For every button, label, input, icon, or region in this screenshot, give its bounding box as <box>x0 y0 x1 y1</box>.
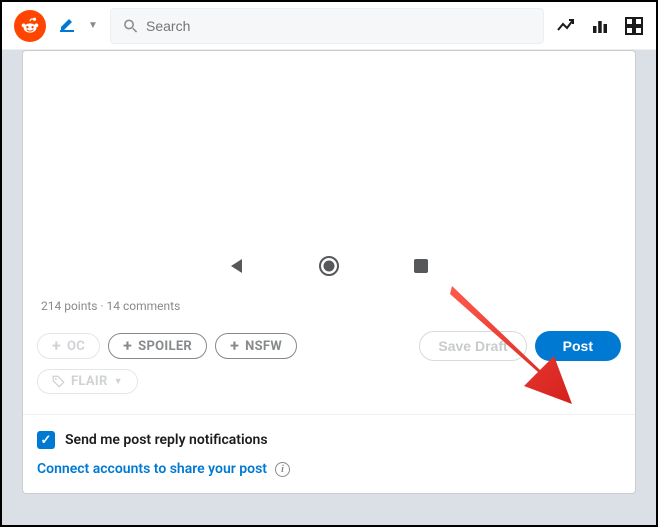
flair-tag[interactable]: FLAIR ▼ <box>37 369 138 394</box>
post-editor-card: 214 points · 14 comments + OC + SPOILER … <box>22 50 636 494</box>
stats-icon[interactable] <box>590 16 610 36</box>
notify-row: ✓ Send me post reply notifications <box>23 415 635 455</box>
connect-accounts-link[interactable]: Connect accounts to share your post <box>37 461 267 477</box>
app-header: ▼ <box>2 2 656 50</box>
post-button[interactable]: Post <box>535 331 621 361</box>
tag-label: SPOILER <box>138 339 192 354</box>
record-icon[interactable] <box>318 255 340 277</box>
save-draft-button[interactable]: Save Draft <box>419 331 526 361</box>
plus-icon: + <box>230 338 239 354</box>
media-preview <box>35 51 623 293</box>
chevron-down-icon[interactable]: ▼ <box>88 20 98 31</box>
search-icon <box>123 18 138 34</box>
tag-label: NSFW <box>245 339 282 354</box>
info-icon[interactable]: i <box>275 462 290 477</box>
notify-label: Send me post reply notifications <box>65 432 268 448</box>
nsfw-tag[interactable]: + NSFW <box>215 333 297 359</box>
post-meta: 214 points · 14 comments <box>23 293 635 323</box>
create-post-icon[interactable] <box>58 13 78 38</box>
search-input[interactable] <box>146 18 531 34</box>
tag-label: FLAIR <box>71 374 108 389</box>
stop-icon[interactable] <box>410 255 432 277</box>
search-box[interactable] <box>110 8 544 44</box>
tag-icon <box>52 375 65 388</box>
chevron-down-icon: ▼ <box>114 376 123 387</box>
reddit-alien-icon <box>20 16 40 36</box>
reddit-logo[interactable] <box>14 10 46 42</box>
notify-checkbox[interactable]: ✓ <box>37 431 55 449</box>
trending-icon[interactable] <box>556 16 576 36</box>
plus-icon: + <box>52 338 61 354</box>
connect-row: Connect accounts to share your post i <box>23 455 635 493</box>
plus-icon: + <box>123 338 132 354</box>
flair-row: FLAIR ▼ <box>23 369 635 408</box>
tag-label: OC <box>67 339 85 354</box>
spoiler-tag[interactable]: + SPOILER <box>108 333 207 359</box>
media-controls <box>35 255 623 277</box>
tag-row: + OC + SPOILER + NSFW Save Draft Post <box>23 323 635 369</box>
grid-icon[interactable] <box>624 16 644 36</box>
oc-tag[interactable]: + OC <box>37 333 100 359</box>
header-icons <box>556 16 644 36</box>
play-reverse-icon[interactable] <box>226 255 248 277</box>
page-body: 214 points · 14 comments + OC + SPOILER … <box>2 50 656 525</box>
